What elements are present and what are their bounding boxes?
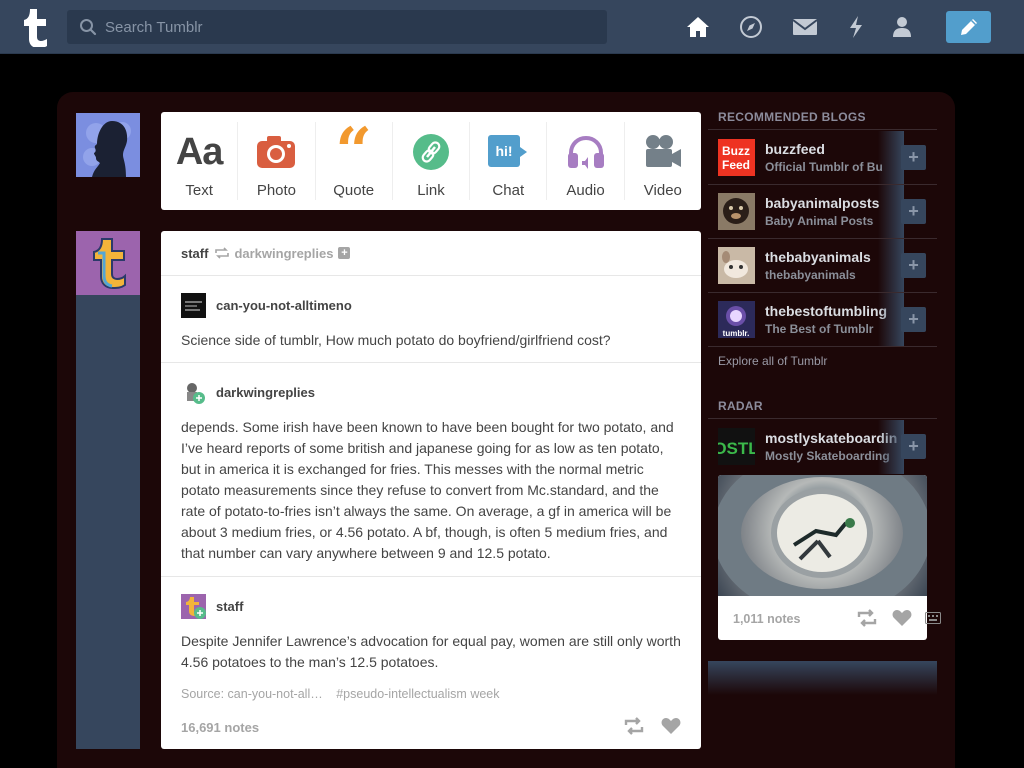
post-type-chat[interactable]: hi! Chat	[470, 122, 548, 200]
sidebar-bottom-fade	[708, 661, 937, 695]
divider	[708, 418, 937, 419]
reblog-icon[interactable]	[856, 609, 878, 627]
post-header: staff darkwingreplies +	[161, 231, 701, 276]
segment-username[interactable]: darkwingreplies	[216, 385, 315, 400]
post-type-link[interactable]: Link	[393, 122, 471, 200]
post-type-text[interactable]: Aa Text	[161, 122, 239, 200]
blog-avatar[interactable]: OSTL	[713, 428, 759, 465]
follow-button[interactable]: +	[901, 199, 926, 224]
segment-username[interactable]: staff	[216, 599, 243, 614]
divider	[708, 346, 937, 347]
recommended-blog[interactable]: tumblr. thebestoftumbling The Best of Tu…	[718, 293, 937, 347]
segment-user: darkwingreplies	[181, 379, 681, 405]
segment-text: depends. Some irish have been known to h…	[181, 419, 674, 561]
activity-icon[interactable]	[842, 13, 870, 41]
segment-user: can-you-not-alltimeno	[181, 292, 681, 318]
post-type-bar: Aa Text Photo “ Quote Link hi! Chat Audi…	[161, 112, 701, 210]
post-type-label: Text	[185, 182, 213, 199]
post-tag[interactable]: #pseudo-intellectualism week	[336, 687, 499, 701]
reblog-segment: darkwingreplies depends. Some irish have…	[161, 363, 701, 577]
post-type-audio[interactable]: Audio	[547, 122, 625, 200]
follow-button[interactable]: +	[901, 145, 926, 170]
text-icon: Aa	[175, 130, 224, 173]
chat-icon: hi!	[488, 128, 528, 176]
reblog-segment: staff Despite Jennifer Lawrence’s advoca…	[161, 577, 701, 687]
blog-avatar[interactable]	[718, 247, 755, 284]
post-type-video[interactable]: Video	[625, 122, 701, 200]
post-type-label: Chat	[492, 182, 525, 199]
post-card: staff darkwingreplies + can-you-not-allt…	[161, 231, 701, 749]
explore-link[interactable]: Explore all of Tumblr	[718, 354, 827, 368]
post-type-label: Photo	[256, 182, 297, 199]
search-bar[interactable]	[67, 10, 607, 44]
post-avatar-column	[76, 231, 140, 749]
account-icon[interactable]	[888, 13, 916, 41]
radar-notes-count[interactable]: 1,011 notes	[733, 612, 800, 626]
post-actions	[623, 717, 681, 735]
heart-icon[interactable]	[661, 717, 681, 735]
svg-text:OSTL: OSTL	[718, 439, 755, 458]
segment-username[interactable]: can-you-not-alltimeno	[216, 298, 352, 313]
post-author-link[interactable]: staff	[181, 246, 208, 261]
blog-avatar[interactable]: Buzz Feed	[718, 139, 755, 176]
post-type-quote[interactable]: “ Quote	[316, 114, 393, 200]
post-type-label: Quote	[333, 182, 375, 199]
radar-post-image[interactable]	[718, 475, 927, 617]
post-meta: Source: can-you-not-all… #pseudo-intelle…	[181, 687, 510, 701]
reblogged-from-link[interactable]: darkwingreplies	[234, 246, 333, 261]
radar-post-actions	[856, 609, 912, 627]
tumblr-logo-icon[interactable]	[17, 7, 50, 47]
radar-title: RADAR	[718, 399, 763, 413]
svg-text:Buzz: Buzz	[722, 144, 750, 158]
headphones-icon	[567, 128, 605, 176]
recommended-blogs-title: RECOMMENDED BLOGS	[718, 110, 866, 124]
follow-button[interactable]: +	[901, 434, 926, 459]
blog-avatar[interactable]: tumblr.	[718, 301, 755, 338]
reblog-segment: can-you-not-alltimeno Science side of tu…	[161, 276, 701, 363]
quote-icon: “	[335, 114, 373, 189]
keyboard-icon[interactable]	[925, 612, 941, 624]
post-type-photo[interactable]: Photo	[238, 122, 316, 200]
segment-avatar[interactable]	[181, 379, 206, 405]
segment-text: Despite Jennifer Lawrence’s advocation f…	[181, 633, 681, 670]
search-icon	[80, 19, 97, 36]
recommended-blog[interactable]: babyanimalposts Baby Animal Posts +	[718, 185, 937, 239]
segment-user: staff	[181, 593, 681, 619]
follow-button[interactable]: +	[901, 307, 926, 332]
segment-avatar[interactable]	[181, 292, 206, 318]
video-camera-icon	[644, 128, 682, 176]
post-type-label: Audio	[566, 182, 605, 199]
svg-text:hi!: hi!	[496, 143, 513, 159]
home-icon[interactable]	[684, 13, 712, 41]
post-type-label: Video	[643, 182, 682, 199]
svg-text:tumblr.: tumblr.	[723, 329, 750, 338]
follow-button[interactable]: +	[901, 253, 926, 278]
blog-avatar[interactable]	[718, 193, 755, 230]
top-bar	[0, 0, 1024, 54]
reblog-icon[interactable]	[623, 717, 645, 735]
segment-avatar[interactable]	[181, 593, 206, 619]
pencil-icon	[960, 19, 977, 35]
radar-post-card: 1,011 notes	[718, 475, 927, 640]
post-notes-count[interactable]: 16,691 notes	[181, 720, 259, 735]
post-type-label: Link	[417, 182, 445, 199]
reblog-icon	[215, 247, 230, 259]
explore-icon[interactable]	[737, 13, 765, 41]
heart-icon[interactable]	[892, 609, 912, 627]
follow-plus-icon[interactable]: +	[338, 247, 351, 259]
inbox-icon[interactable]	[791, 13, 819, 41]
user-avatar[interactable]	[76, 113, 140, 177]
post-author-avatar[interactable]	[76, 231, 140, 295]
link-icon	[412, 128, 449, 176]
segment-text: Science side of tumblr, How much potato …	[181, 332, 611, 348]
post-source-link[interactable]: Source: can-you-not-all…	[181, 687, 323, 701]
divider	[708, 129, 937, 130]
search-input[interactable]	[105, 10, 595, 44]
radar-blog[interactable]: OSTL mostlyskateboardin Mostly Skateboar…	[713, 420, 937, 474]
camera-icon	[257, 128, 296, 176]
compose-button[interactable]	[946, 11, 991, 43]
recommended-blog[interactable]: thebabyanimals thebabyanimals +	[718, 239, 937, 293]
svg-text:Feed: Feed	[722, 158, 750, 172]
recommended-blog[interactable]: Buzz Feed buzzfeed Official Tumblr of Bu …	[718, 131, 937, 185]
